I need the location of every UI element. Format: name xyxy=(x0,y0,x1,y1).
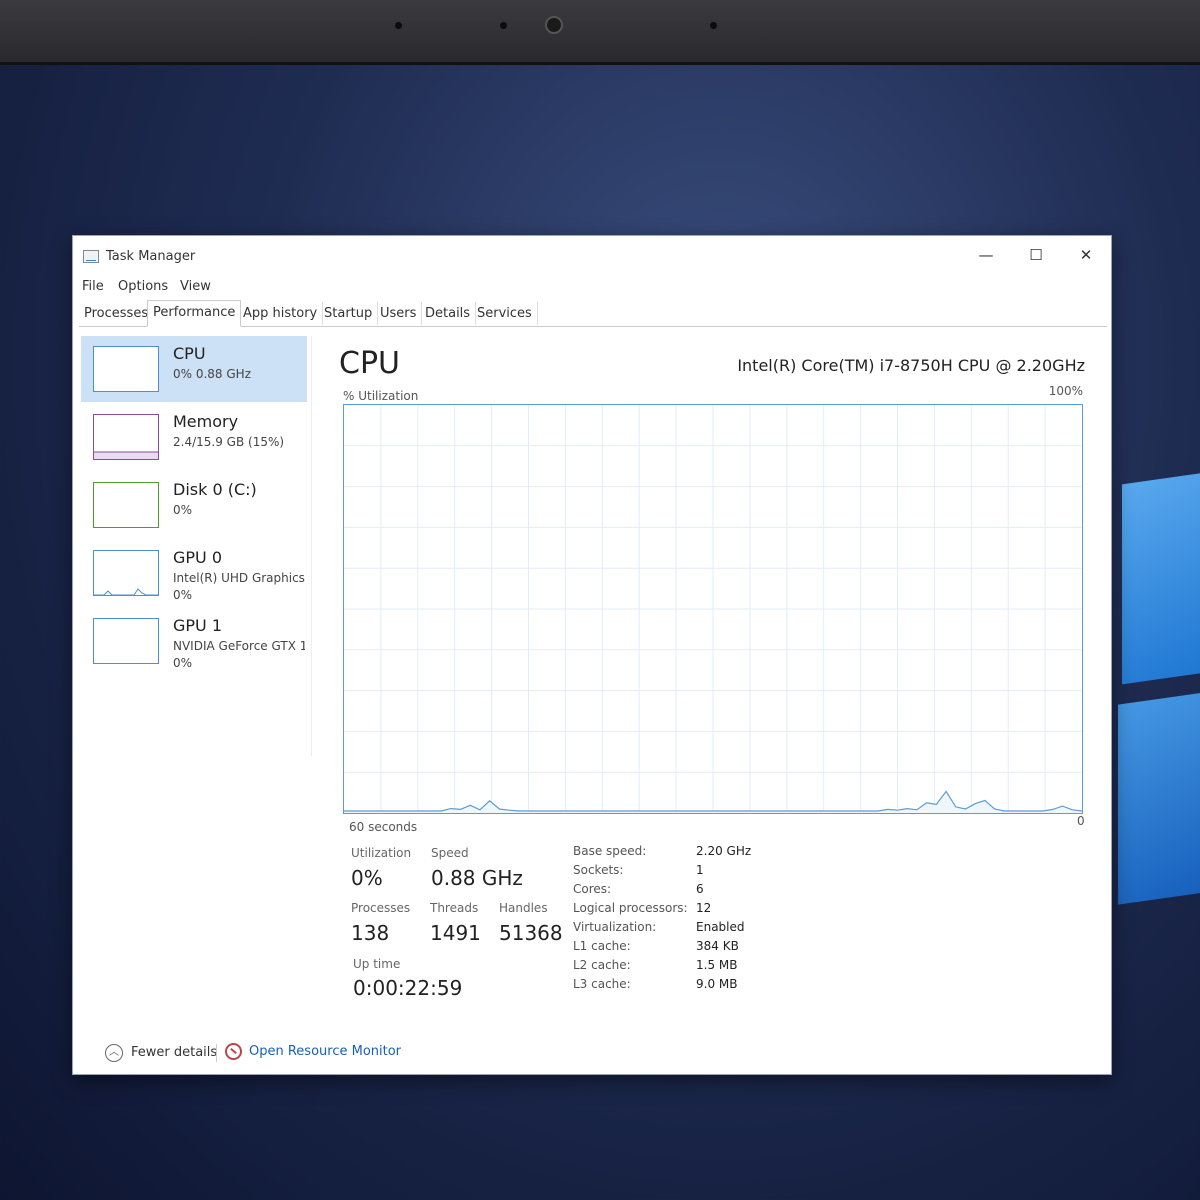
processes-label: Processes xyxy=(351,901,411,915)
detail-key: L1 cache: xyxy=(573,939,631,953)
utilization-label: Utilization xyxy=(351,846,412,860)
processes-value: 138 xyxy=(351,921,390,945)
detail-value: Enabled xyxy=(696,920,745,934)
memory-thumbnail-graph xyxy=(93,414,159,460)
sidebar-item-cpu[interactable]: CPU 0% 0.88 GHz xyxy=(81,336,307,402)
handles-value: 51368 xyxy=(499,921,563,945)
tab-services[interactable]: Services xyxy=(472,302,538,325)
detail-key: L3 cache: xyxy=(573,977,631,991)
tab-processes[interactable]: Processes xyxy=(79,302,155,325)
detail-key: Base speed: xyxy=(573,844,647,858)
fewer-details-link[interactable]: Fewer details xyxy=(131,1045,217,1060)
sidebar-item-memory[interactable]: Memory 2.4/15.9 GB (15%) xyxy=(81,404,307,470)
tab-details[interactable]: Details xyxy=(420,302,477,325)
resource-sidebar: CPU 0% 0.88 GHz Memory 2.4/15.9 GB (15%)… xyxy=(79,336,312,756)
sidebar-item-value: 0% xyxy=(173,656,193,670)
resource-monitor-icon[interactable] xyxy=(225,1043,242,1060)
disk-thumbnail-graph xyxy=(93,482,159,528)
page-title: CPU xyxy=(339,346,400,381)
detail-value: 1.5 MB xyxy=(696,958,738,972)
y-axis-min: 0 xyxy=(1077,814,1085,828)
detail-key: Virtualization: xyxy=(573,920,657,934)
open-resource-monitor-link[interactable]: Open Resource Monitor xyxy=(249,1044,401,1059)
menu-bar: File Options View xyxy=(73,276,1111,300)
window-title: Task Manager xyxy=(106,249,196,264)
x-axis-label: 60 seconds xyxy=(349,820,418,834)
bezel-sensor xyxy=(395,22,402,29)
cpu-model-name: Intel(R) Core(TM) i7-8750H CPU @ 2.20GHz xyxy=(737,356,1085,375)
threads-value: 1491 xyxy=(430,921,481,945)
tab-strip: Processes Performance App history Startu… xyxy=(79,300,1107,327)
desktop-wallpaper-logo xyxy=(1122,471,1200,685)
uptime-value: 0:00:22:59 xyxy=(353,976,463,1000)
close-button[interactable]: ✕ xyxy=(1063,241,1109,269)
chevron-up-icon[interactable]: ︿ xyxy=(105,1044,123,1062)
detail-key: Cores: xyxy=(573,882,612,896)
footer-divider xyxy=(216,1044,217,1062)
threads-label: Threads xyxy=(430,901,479,915)
tab-app-history[interactable]: App history xyxy=(238,302,324,325)
sidebar-item-value: 0% xyxy=(173,588,193,602)
sidebar-item-subtitle: NVIDIA GeForce GTX 107 xyxy=(173,639,305,653)
tab-performance[interactable]: Performance xyxy=(147,300,242,327)
detail-key: Sockets: xyxy=(573,863,624,877)
task-manager-icon xyxy=(83,250,99,263)
bezel-sensor xyxy=(710,22,717,29)
cpu-utilization-graph xyxy=(343,404,1083,814)
speed-label: Speed xyxy=(431,846,469,860)
detail-value: 9.0 MB xyxy=(696,977,738,991)
task-manager-window: Task Manager — ☐ ✕ File Options View Pro… xyxy=(72,235,1112,1075)
detail-key: L2 cache: xyxy=(573,958,631,972)
laptop-bezel xyxy=(0,0,1200,65)
sidebar-item-gpu-0[interactable]: GPU 0 Intel(R) UHD Graphics 63 0% xyxy=(81,540,307,606)
sidebar-item-title: Memory xyxy=(173,412,239,431)
menu-options[interactable]: Options xyxy=(118,279,168,294)
maximize-button[interactable]: ☐ xyxy=(1013,241,1059,269)
speed-value: 0.88 GHz xyxy=(431,866,523,890)
sidebar-item-subtitle: 0% 0.88 GHz xyxy=(173,367,252,381)
menu-file[interactable]: File xyxy=(82,279,104,294)
detail-value: 6 xyxy=(696,882,704,896)
sidebar-item-disk[interactable]: Disk 0 (C:) 0% xyxy=(81,472,307,538)
detail-value: 1 xyxy=(696,863,704,877)
title-bar[interactable]: Task Manager — ☐ ✕ xyxy=(73,236,1111,276)
cpu-utilization-chart xyxy=(344,405,1083,813)
detail-value: 12 xyxy=(696,901,712,915)
sidebar-item-subtitle: 0% xyxy=(173,503,193,517)
y-axis-max: 100% xyxy=(1048,384,1083,398)
sidebar-item-subtitle: Intel(R) UHD Graphics 63 xyxy=(173,571,305,585)
cpu-thumbnail-graph xyxy=(93,346,159,392)
footer-bar: ︿ Fewer details Open Resource Monitor xyxy=(73,1026,1111,1066)
handles-label: Handles xyxy=(499,901,548,915)
menu-view[interactable]: View xyxy=(180,279,211,294)
minimize-button[interactable]: — xyxy=(963,241,1009,269)
detail-value: 384 KB xyxy=(696,939,739,953)
sidebar-item-title: Disk 0 (C:) xyxy=(173,480,257,499)
sidebar-item-subtitle: 2.4/15.9 GB (15%) xyxy=(173,435,285,449)
detail-key: Logical processors: xyxy=(573,901,688,915)
uptime-label: Up time xyxy=(353,957,401,971)
sidebar-item-gpu-1[interactable]: GPU 1 NVIDIA GeForce GTX 107 0% xyxy=(81,608,307,674)
sidebar-item-title: GPU 1 xyxy=(173,616,223,635)
webcam xyxy=(545,16,563,34)
gpu0-thumbnail-graph xyxy=(93,550,159,596)
bezel-sensor xyxy=(500,22,507,29)
sidebar-item-title: CPU xyxy=(173,344,206,363)
detail-value: 2.20 GHz xyxy=(696,844,752,858)
tab-users[interactable]: Users xyxy=(375,302,423,325)
desktop-wallpaper-logo xyxy=(1118,691,1200,905)
sidebar-item-title: GPU 0 xyxy=(173,548,223,567)
gpu1-thumbnail-graph xyxy=(93,618,159,664)
cpu-detail-panel: CPU Intel(R) Core(TM) i7-8750H CPU @ 2.2… xyxy=(323,336,1103,1016)
utilization-value: 0% xyxy=(351,866,383,890)
tab-startup[interactable]: Startup xyxy=(319,302,379,325)
y-axis-label: % Utilization xyxy=(343,389,419,403)
